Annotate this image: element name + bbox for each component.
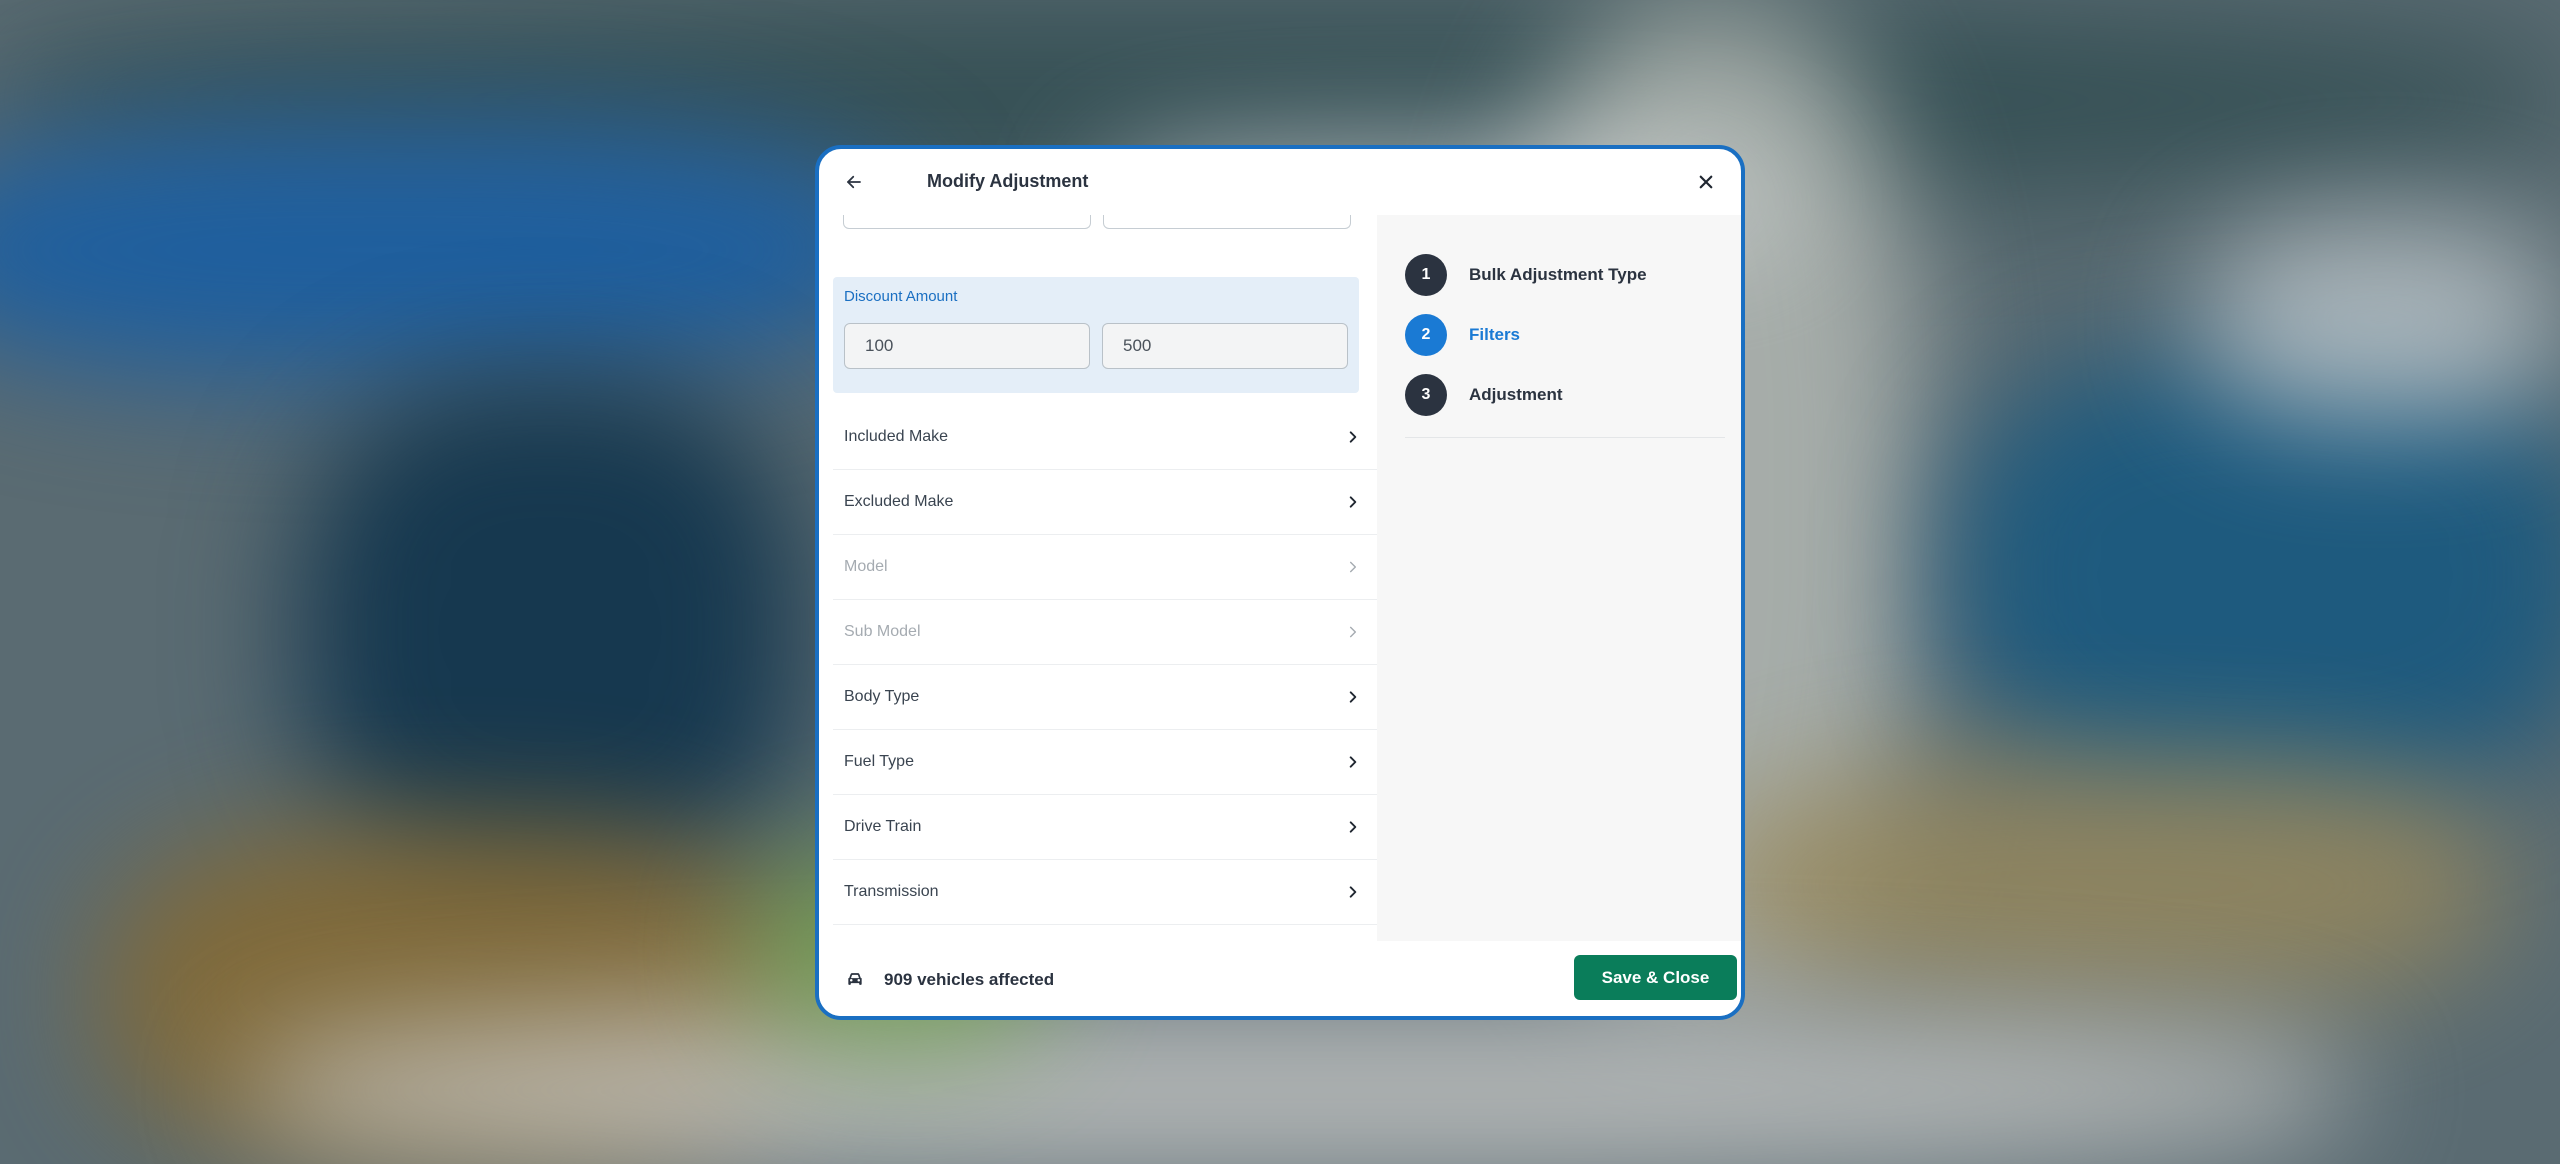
chevron-right-icon (1345, 559, 1361, 575)
filter-list: Included Make Excluded Make Model Sub Mo… (833, 405, 1377, 925)
filter-label: Model (844, 558, 888, 575)
step-number: 1 (1405, 254, 1447, 296)
step-label: Bulk Adjustment Type (1469, 265, 1647, 284)
step-adjustment[interactable]: 3 Adjustment (1405, 365, 1715, 425)
step-bulk-adjustment-type[interactable]: 1 Bulk Adjustment Type (1405, 245, 1715, 305)
filter-included-make[interactable]: Included Make (833, 405, 1377, 470)
filter-sub-model: Sub Model (833, 600, 1377, 665)
step-label: Adjustment (1469, 385, 1563, 404)
close-button[interactable] (1693, 169, 1719, 195)
steps-panel: 1 Bulk Adjustment Type 2 Filters 3 Adjus… (1377, 215, 1741, 941)
filter-label: Drive Train (844, 818, 922, 835)
filter-label: Included Make (844, 428, 949, 445)
range-min-field-partial[interactable] (843, 215, 1091, 229)
discount-max-input[interactable] (1102, 323, 1348, 369)
step-number: 3 (1405, 374, 1447, 416)
chevron-right-icon (1345, 624, 1361, 640)
filter-excluded-make[interactable]: Excluded Make (833, 470, 1377, 535)
range-max-field-partial[interactable] (1103, 215, 1351, 229)
filter-label: Sub Model (844, 623, 921, 640)
range-row-partial (843, 215, 1351, 229)
filter-fuel-type[interactable]: Fuel Type (833, 730, 1377, 795)
step-label: Filters (1469, 325, 1521, 344)
close-icon (1699, 175, 1713, 189)
stepper: 1 Bulk Adjustment Type 2 Filters 3 Adjus… (1405, 245, 1715, 425)
filter-body-type[interactable]: Body Type (833, 665, 1377, 730)
back-button[interactable] (841, 169, 867, 195)
dialog-header: Modify Adjustment (819, 149, 1741, 215)
chevron-right-icon (1345, 884, 1361, 900)
chevron-right-icon (1345, 494, 1361, 510)
discount-amount-section: Discount Amount (833, 277, 1359, 393)
chevron-right-icon (1345, 689, 1361, 705)
filter-label: Transmission (844, 883, 939, 900)
dialog-footer: 909 vehicles affected Save & Close (819, 941, 1741, 1016)
save-and-close-button[interactable]: Save & Close (1574, 955, 1737, 1000)
filters-panel[interactable]: Discount Amount Included Make Excluded M… (819, 215, 1377, 941)
filter-model: Model (833, 535, 1377, 600)
filter-label: Excluded Make (844, 493, 954, 510)
step-filters[interactable]: 2 Filters (1405, 305, 1715, 365)
filter-drive-train[interactable]: Drive Train (833, 795, 1377, 860)
arrow-left-icon (847, 175, 861, 189)
steps-divider (1405, 437, 1725, 438)
car-icon (848, 973, 862, 985)
filter-label: Fuel Type (844, 753, 914, 770)
vehicles-affected-count: 909 vehicles affected (884, 970, 1055, 989)
dialog-title: Modify Adjustment (927, 171, 1089, 191)
filter-label: Body Type (844, 688, 920, 705)
modify-adjustment-dialog: Modify Adjustment Discount Amount Includ… (815, 145, 1745, 1020)
step-number: 2 (1405, 314, 1447, 356)
discount-min-input[interactable] (844, 323, 1090, 369)
chevron-right-icon (1345, 819, 1361, 835)
filter-transmission[interactable]: Transmission (833, 860, 1377, 925)
discount-amount-label: Discount Amount (844, 288, 958, 305)
chevron-right-icon (1345, 754, 1361, 770)
chevron-right-icon (1345, 429, 1361, 445)
